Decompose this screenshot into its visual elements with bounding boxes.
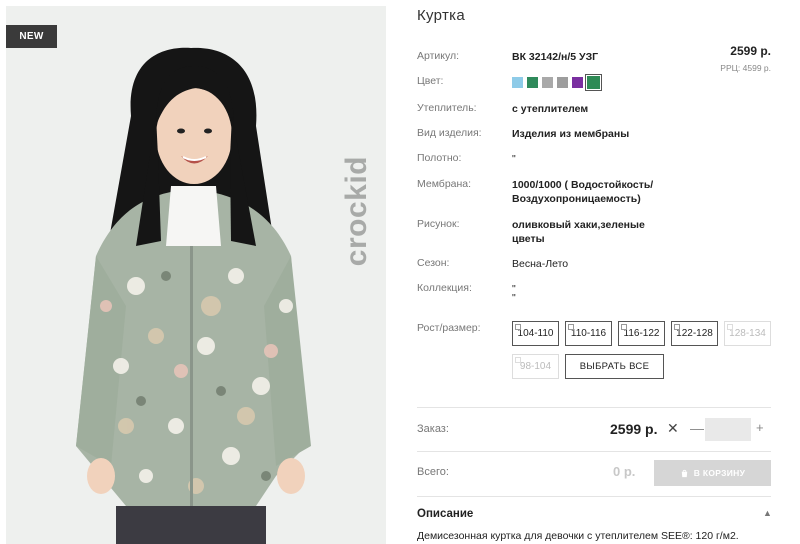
attr-label: Цвет: bbox=[417, 75, 444, 87]
color-swatch[interactable] bbox=[542, 77, 553, 88]
product-price: 2599 р. bbox=[730, 44, 771, 58]
chevron-up-icon[interactable]: ▲ bbox=[763, 508, 772, 518]
total-price: 0 р. bbox=[613, 464, 636, 479]
divider bbox=[417, 496, 771, 497]
size-option[interactable]: 116-122 bbox=[618, 321, 665, 346]
total-label: Всего: bbox=[417, 466, 449, 478]
divider bbox=[417, 451, 771, 452]
multiply-icon: ✕ bbox=[667, 420, 679, 436]
attr-value: оливковый хаки,зеленые bbox=[512, 219, 645, 231]
checkbox-icon bbox=[568, 324, 574, 330]
quantity-decrease-button[interactable]: — bbox=[690, 420, 704, 436]
attr-label: Артикул: bbox=[417, 50, 460, 62]
attr-label: Полотно: bbox=[417, 152, 462, 164]
attr-label: Мембрана: bbox=[417, 178, 472, 190]
color-swatch[interactable] bbox=[512, 77, 523, 88]
product-photo[interactable]: NEW crockid bbox=[6, 6, 386, 544]
description-text: Демисезонная куртка для девочки с утепли… bbox=[417, 530, 739, 542]
size-option[interactable]: 122-128 bbox=[671, 321, 718, 346]
attr-value: " bbox=[512, 153, 516, 165]
color-swatch[interactable] bbox=[527, 77, 538, 88]
brand-watermark: crockid bbox=[340, 156, 373, 267]
quantity-input[interactable] bbox=[705, 418, 751, 441]
attr-value-line2: " bbox=[512, 292, 516, 304]
attr-value: ВК 32142/н/5 УЗГ bbox=[512, 51, 599, 63]
divider bbox=[417, 407, 771, 408]
attr-label: Сезон: bbox=[417, 257, 450, 269]
size-option[interactable]: 110-116 bbox=[565, 321, 612, 346]
size-label: 110-116 bbox=[570, 328, 607, 339]
attr-label: Коллекция: bbox=[417, 282, 472, 294]
order-price: 2599 р. bbox=[610, 421, 658, 437]
size-label: 128-134 bbox=[729, 328, 766, 339]
color-swatches bbox=[512, 74, 602, 91]
product-title: Куртка bbox=[417, 7, 465, 24]
checkbox-icon bbox=[621, 324, 627, 330]
attr-value: с утеплителем bbox=[512, 103, 589, 115]
child-in-jacket-image bbox=[6, 6, 386, 544]
rrp-price: РРЦ: 4599 р. bbox=[720, 63, 771, 73]
cart-icon bbox=[681, 469, 687, 477]
quantity-increase-button[interactable]: + bbox=[756, 420, 764, 435]
color-swatch[interactable] bbox=[572, 77, 583, 88]
checkbox-icon bbox=[727, 324, 733, 330]
size-label: 104-110 bbox=[517, 328, 554, 339]
description-title[interactable]: Описание bbox=[417, 508, 473, 520]
size-label: 122-128 bbox=[676, 328, 713, 339]
size-option[interactable]: 104-110 bbox=[512, 321, 559, 346]
size-label: 98-104 bbox=[519, 361, 552, 372]
attr-value: Весна-Лето bbox=[512, 258, 569, 270]
new-badge: NEW bbox=[6, 25, 57, 48]
select-all-sizes-button[interactable]: ВЫБРАТЬ ВСЕ bbox=[565, 354, 664, 379]
size-option-disabled: 98-104 bbox=[512, 354, 559, 379]
attr-value-line2: Воздухопроницаемость) bbox=[512, 193, 641, 205]
attr-value: 1000/1000 ( Водостойкость/ bbox=[512, 179, 654, 191]
add-to-cart-button[interactable]: В КОРЗИНУ bbox=[654, 460, 771, 486]
size-option-disabled: 128-134 bbox=[724, 321, 771, 346]
checkbox-icon bbox=[515, 357, 521, 363]
checkbox-icon bbox=[515, 324, 521, 330]
attr-label: Рисунок: bbox=[417, 218, 460, 230]
size-label: 116-122 bbox=[623, 328, 660, 339]
color-swatch[interactable] bbox=[557, 77, 568, 88]
sizes-label: Рост/размер: bbox=[417, 322, 481, 334]
order-label: Заказ: bbox=[417, 423, 449, 435]
attr-label: Вид изделия: bbox=[417, 127, 482, 139]
attr-label: Утеплитель: bbox=[417, 102, 477, 114]
checkbox-icon bbox=[674, 324, 680, 330]
color-swatch-selected[interactable] bbox=[585, 74, 602, 91]
attr-value-line2: цветы bbox=[512, 233, 545, 245]
add-to-cart-label: В КОРЗИНУ bbox=[693, 468, 746, 478]
attr-value: Изделия из мембраны bbox=[512, 128, 630, 140]
